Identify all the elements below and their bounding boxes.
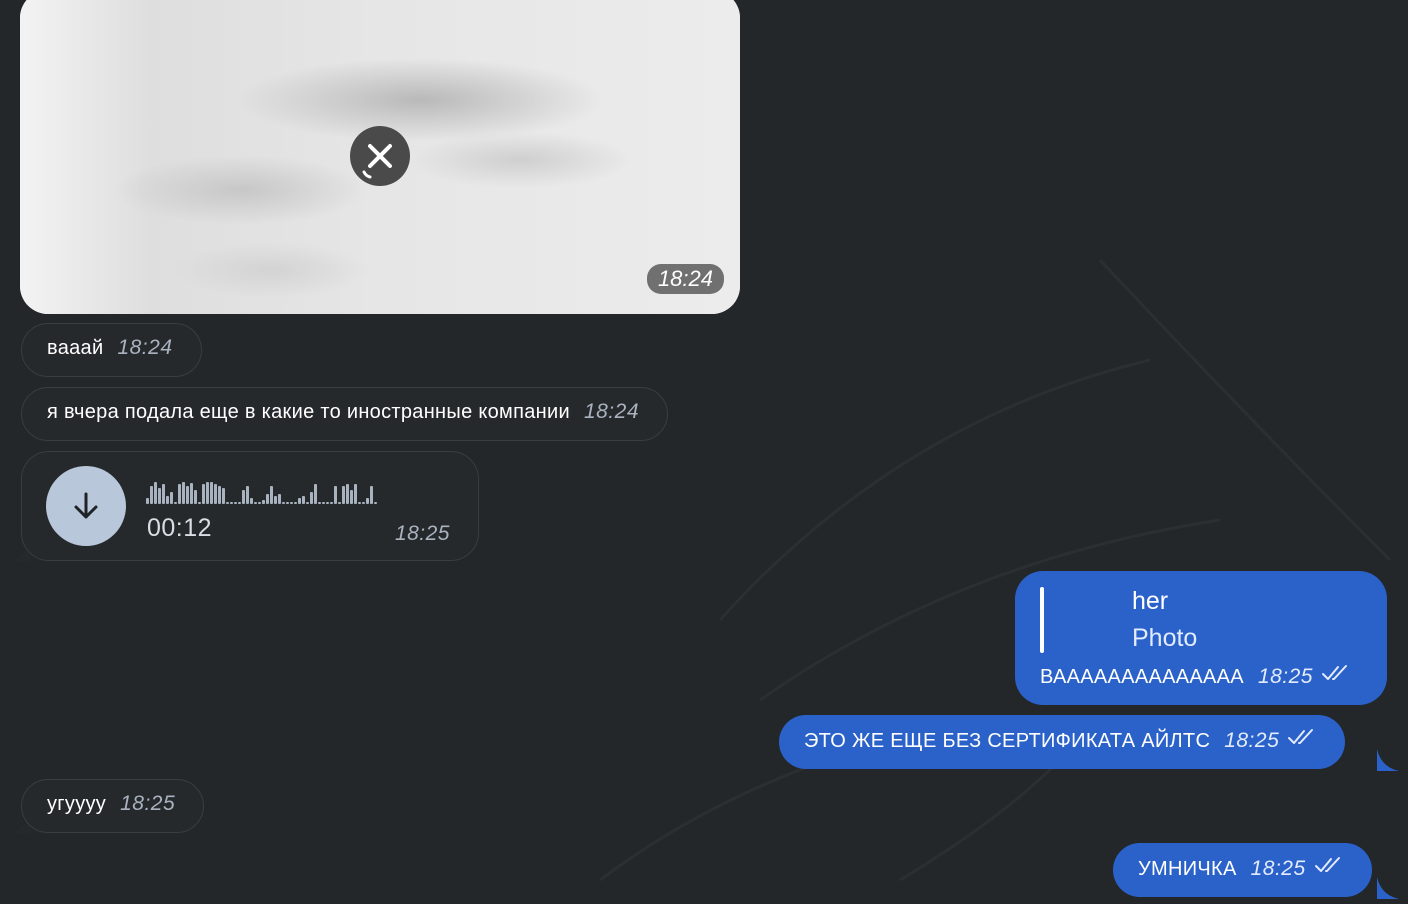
message-text: вааай xyxy=(47,337,104,359)
double-check-icon xyxy=(1288,729,1314,744)
incoming-message[interactable]: я вчера подала еще в какие то иностранны… xyxy=(21,387,669,441)
voice-duration: 00:12 xyxy=(147,514,213,542)
outgoing-reply-message[interactable]: her Photo ВАААААААААААААА 18:25 xyxy=(1015,571,1387,705)
message-text: ВАААААААААААААА xyxy=(1040,666,1244,688)
reply-preview-text[interactable]: Photo xyxy=(1132,624,1197,653)
message-time: 18:25 xyxy=(120,792,176,815)
download-button[interactable] xyxy=(46,466,126,546)
outgoing-message[interactable]: ЭТО ЖЕ ЕЩЕ БЕЗ СЕРТИФИКАТА АЙЛТС 18:25 xyxy=(779,715,1346,769)
message-time: 18:25 xyxy=(1250,857,1306,880)
voice-message[interactable]: 00:12 18:25 xyxy=(21,451,479,561)
message-time: 18:25 xyxy=(1224,729,1280,752)
double-check-icon xyxy=(1314,857,1340,872)
message-time: 18:24 xyxy=(583,400,640,423)
incoming-message[interactable]: угуууу 18:25 xyxy=(21,779,205,833)
message-text: УМНИЧКА xyxy=(1138,858,1237,880)
bubble-tail xyxy=(1377,749,1399,771)
reply-quote-bar xyxy=(1040,587,1044,653)
bubble-tail xyxy=(1377,877,1399,899)
message-time: 18:25 xyxy=(1257,665,1313,688)
photo-message[interactable]: 18:24 xyxy=(20,0,740,314)
incoming-message[interactable]: вааай 18:24 xyxy=(21,323,202,377)
message-text: угуууу xyxy=(47,793,107,815)
photo-time: 18:24 xyxy=(646,264,724,294)
voice-waveform[interactable] xyxy=(146,480,377,504)
message-time: 18:25 xyxy=(394,522,450,545)
cancel-download-icon xyxy=(362,144,392,179)
message-time: 18:24 xyxy=(117,336,173,359)
message-text: ЭТО ЖЕ ЕЩЕ БЕЗ СЕРТИФИКАТА АЙЛТС xyxy=(804,730,1211,752)
message-text: я вчера подала еще в какие то иностранны… xyxy=(47,401,570,423)
download-icon xyxy=(74,492,98,519)
reply-author[interactable]: her xyxy=(1132,587,1168,616)
double-check-icon xyxy=(1322,665,1347,680)
outgoing-message[interactable]: УМНИЧКА 18:25 xyxy=(1113,843,1372,897)
cancel-download-button[interactable] xyxy=(350,126,410,186)
